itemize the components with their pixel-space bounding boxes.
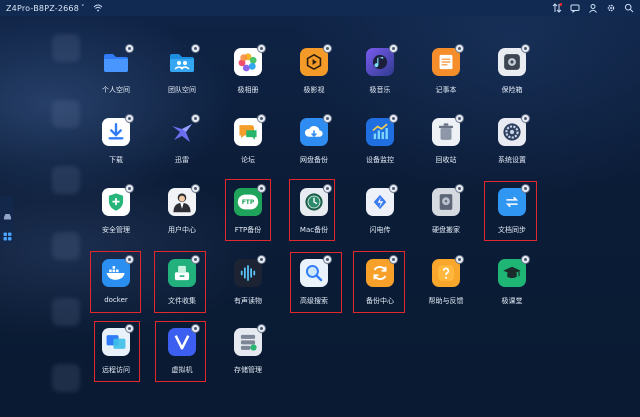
app-classroom[interactable]: 极课堂 [479, 255, 545, 321]
virtual-machine-icon [168, 324, 200, 356]
app-label: 备份中心 [366, 297, 394, 305]
app-grid: 个人空间 团队空间 极相册 极影视 极音乐 记事本 保险箱 下载 迅雷 论坛 网… [0, 0, 640, 417]
app-label: 硬盘搬家 [432, 226, 460, 234]
folder-icon [102, 44, 134, 76]
security-icon [102, 184, 134, 216]
trash-icon [432, 114, 464, 146]
app-label: FTP备份 [234, 226, 262, 234]
app-label: 虚拟机 [171, 366, 193, 374]
classroom-icon [498, 255, 530, 287]
app-team-space[interactable]: 团队空间 [149, 44, 215, 110]
app-file-collect[interactable]: 文件收集 [149, 255, 215, 321]
app-safe[interactable]: 保险箱 [479, 44, 545, 110]
app-label: 极课堂 [501, 297, 523, 305]
app-ftp-backup[interactable]: FTP FTP备份 [215, 184, 281, 250]
app-forum[interactable]: 论坛 [215, 114, 281, 180]
monitor-icon [366, 114, 398, 146]
app-label: 下载 [109, 156, 123, 164]
app-storage-management[interactable]: 存储管理 [215, 324, 281, 390]
app-label: 论坛 [241, 156, 255, 164]
app-music[interactable]: 极音乐 [347, 44, 413, 110]
app-label: 网盘备份 [300, 156, 328, 164]
cloud-backup-icon [300, 114, 332, 146]
time-machine-icon [300, 184, 332, 216]
app-label: 保险箱 [501, 86, 523, 94]
app-doc-sync[interactable]: 文档同步 [479, 184, 545, 250]
advanced-search-icon [300, 255, 332, 287]
app-mac-backup[interactable]: Mac备份 [281, 184, 347, 250]
settings-icon [498, 114, 530, 146]
app-label: 文件收集 [168, 297, 196, 305]
app-label: 回收站 [435, 156, 457, 164]
app-backup-center[interactable]: 备份中心 [347, 255, 413, 321]
app-trash[interactable]: 回收站 [413, 114, 479, 180]
backup-center-icon [366, 255, 398, 287]
user-center-icon [168, 184, 200, 216]
doc-sync-icon [498, 184, 530, 216]
app-label: 团队空间 [168, 86, 196, 94]
app-notepad[interactable]: 记事本 [413, 44, 479, 110]
app-user-center[interactable]: 用户中心 [149, 184, 215, 250]
app-help-feedback[interactable]: 帮助与反馈 [413, 255, 479, 321]
app-label: 远程访问 [102, 366, 130, 374]
disk-migrate-icon [432, 184, 464, 216]
photos-icon [234, 44, 266, 76]
app-label: 用户中心 [168, 226, 196, 234]
app-label: 帮助与反馈 [428, 297, 464, 305]
app-flash-transfer[interactable]: 闪电传 [347, 184, 413, 250]
file-collect-icon [168, 255, 200, 287]
app-personal-space[interactable]: 个人空间 [83, 44, 149, 110]
app-label: 极音乐 [369, 86, 391, 94]
app-label: 个人空间 [102, 86, 130, 94]
app-label: 迅雷 [175, 156, 189, 164]
app-docker[interactable]: docker [83, 255, 149, 321]
video-icon [300, 44, 332, 76]
app-label: 闪电传 [369, 226, 391, 234]
remote-access-icon [102, 324, 134, 356]
app-label: 存储管理 [234, 366, 262, 374]
app-cloud-backup[interactable]: 网盘备份 [281, 114, 347, 180]
app-label: 设备监控 [366, 156, 394, 164]
app-photos[interactable]: 极相册 [215, 44, 281, 110]
app-system-settings[interactable]: 系统设置 [479, 114, 545, 180]
app-label: 极相册 [237, 86, 259, 94]
app-xunlei[interactable]: 迅雷 [149, 114, 215, 180]
storage-icon [234, 324, 266, 356]
forum-icon [234, 114, 266, 146]
xunlei-icon [168, 114, 200, 146]
download-icon [102, 114, 134, 146]
app-download[interactable]: 下载 [83, 114, 149, 180]
app-label: Mac备份 [299, 226, 329, 234]
app-video[interactable]: 极影视 [281, 44, 347, 110]
app-remote-access[interactable]: 远程访问 [83, 324, 149, 390]
ftp-icon: FTP [234, 184, 266, 216]
app-label: docker [104, 296, 128, 304]
team-folder-icon [168, 44, 200, 76]
app-label: 安全管理 [102, 226, 130, 234]
help-icon [432, 255, 464, 287]
app-label: 记事本 [435, 86, 457, 94]
app-audiobook[interactable]: 有声读物 [215, 255, 281, 321]
app-security[interactable]: 安全管理 [83, 184, 149, 250]
app-disk-migrate[interactable]: 硬盘搬家 [413, 184, 479, 250]
app-label: 系统设置 [498, 156, 526, 164]
app-label: 有声读物 [234, 297, 262, 305]
safe-icon [498, 44, 530, 76]
notepad-icon [432, 44, 464, 76]
app-label: 极影视 [303, 86, 325, 94]
audiobook-icon [234, 255, 266, 287]
docker-icon [102, 255, 134, 287]
flash-transfer-icon [366, 184, 398, 216]
app-device-monitor[interactable]: 设备监控 [347, 114, 413, 180]
app-virtual-machine[interactable]: 虚拟机 [149, 324, 215, 390]
ftp-icon-text: FTP [241, 198, 255, 206]
app-label: 高级搜索 [300, 297, 328, 305]
app-advanced-search[interactable]: 高级搜索 [281, 255, 347, 321]
music-icon [366, 44, 398, 76]
app-label: 文档同步 [498, 226, 526, 234]
